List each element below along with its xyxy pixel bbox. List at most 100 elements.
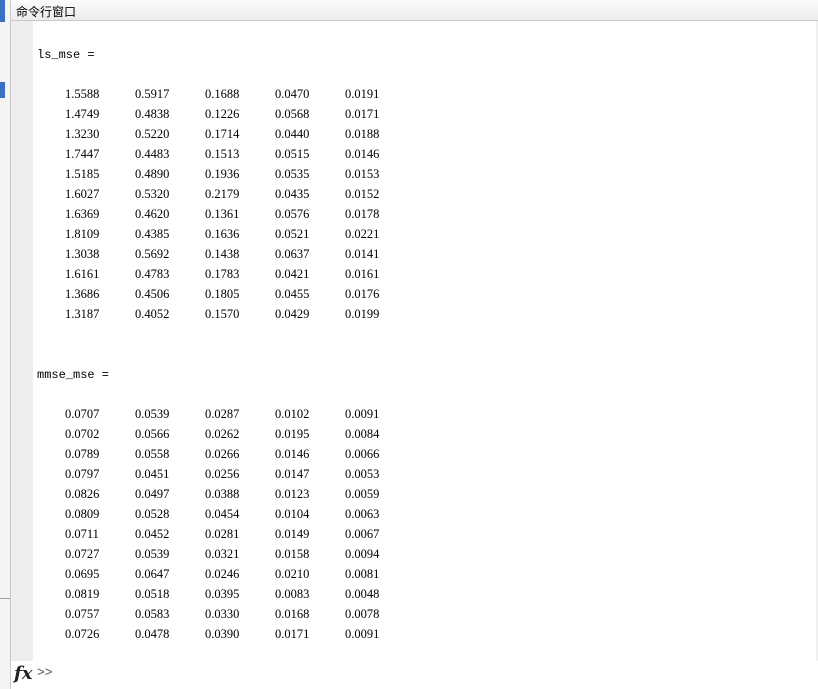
matrix-cell: 0.0152 [345,187,380,201]
matrix-row: 1.6027 0.5320 0.2179 0.0435 0.0152 [65,184,415,204]
matrix-cell: 0.0246 [205,567,240,581]
matrix-cell: 0.0067 [345,527,380,541]
matrix-cell: 0.0091 [345,627,380,641]
output-matrix: 0.0707 0.0539 0.0287 0.0102 0.0091 0.0702 0.05… [65,404,415,644]
matrix-cell: 0.0199 [345,307,380,321]
matrix-cell: 0.1688 [205,87,240,101]
matrix-cell: 0.0171 [345,107,380,121]
matrix-cell: 0.0287 [205,407,240,421]
matrix-cell: 0.0146 [345,147,380,161]
variable-label: ls_mse = [37,48,95,62]
matrix-cell: 1.8109 [65,227,100,241]
matrix-row: 1.6161 0.4783 0.1783 0.0421 0.0161 [65,264,415,284]
matrix-cell: 0.0191 [345,87,380,101]
matrix-cell: 0.0168 [275,607,310,621]
matrix-row: 0.0702 0.0566 0.0262 0.0195 0.0084 [65,424,415,444]
panel-tab-indicator [0,0,5,22]
matrix-row: 1.7447 0.4483 0.1513 0.0515 0.0146 [65,144,415,164]
matrix-cell: 0.0094 [345,547,380,561]
panel-divider [0,598,10,599]
matrix-cell: 0.0528 [135,507,170,521]
matrix-cell: 0.0066 [345,447,380,461]
matrix-cell: 0.0727 [65,547,100,561]
matrix-cell: 0.2179 [205,187,240,201]
matrix-cell: 0.4506 [135,287,170,301]
matrix-row: 1.3187 0.4052 0.1570 0.0429 0.0199 [65,304,415,324]
matrix-cell: 0.0083 [275,587,310,601]
matrix-cell: 0.0178 [345,207,380,221]
matrix-cell: 0.0048 [345,587,380,601]
matrix-row: 1.5588 0.5917 0.1688 0.0470 0.0191 [65,84,415,104]
matrix-row: 1.3038 0.5692 0.1438 0.0637 0.0141 [65,244,415,264]
matrix-cell: 0.1361 [205,207,240,221]
matrix-cell: 0.0470 [275,87,310,101]
matrix-cell: 0.0726 [65,627,100,641]
prompt-symbol: >> [37,665,53,680]
function-browser-icon[interactable]: fx [14,663,32,684]
matrix-cell: 0.0388 [205,487,240,501]
matrix-cell: 0.5917 [135,87,170,101]
matrix-cell: 0.0757 [65,607,100,621]
matrix-row: 1.4749 0.4838 0.1226 0.0568 0.0171 [65,104,415,124]
matrix-cell: 0.0330 [205,607,240,621]
matrix-cell: 0.0451 [135,467,170,481]
matrix-row: 0.0727 0.0539 0.0321 0.0158 0.0094 [65,544,415,564]
left-gutter [11,21,33,661]
matrix-cell: 1.6161 [65,267,100,281]
matrix-cell: 0.0123 [275,487,310,501]
matrix-cell: 0.0695 [65,567,100,581]
matrix-cell: 0.0091 [345,407,380,421]
matrix-cell: 0.0256 [205,467,240,481]
matrix-cell: 0.1513 [205,147,240,161]
matrix-row: 0.0826 0.0497 0.0388 0.0123 0.0059 [65,484,415,504]
matrix-cell: 1.3187 [65,307,100,321]
matrix-cell: 0.0518 [135,587,170,601]
command-prompt-line[interactable]: fx >> [11,661,818,689]
matrix-cell: 0.0566 [135,427,170,441]
matrix-cell: 0.0521 [275,227,310,241]
matrix-cell: 0.0161 [345,267,380,281]
matrix-cell: 0.0063 [345,507,380,521]
matrix-row: 0.0819 0.0518 0.0395 0.0083 0.0048 [65,584,415,604]
matrix-cell: 0.0789 [65,447,100,461]
matrix-cell: 0.0711 [65,527,99,541]
matrix-row: 0.0789 0.0558 0.0266 0.0146 0.0066 [65,444,415,464]
matrix-cell: 1.6369 [65,207,100,221]
matrix-cell: 0.0153 [345,167,380,181]
matrix-cell: 0.0059 [345,487,380,501]
matrix-row: 0.0711 0.0452 0.0281 0.0149 0.0067 [65,524,415,544]
matrix-cell: 0.0429 [275,307,310,321]
matrix-cell: 0.0176 [345,287,380,301]
matrix-cell: 0.0390 [205,627,240,641]
matrix-cell: 0.0576 [275,207,310,221]
title-bar[interactable]: 命令行窗口 [11,0,818,21]
matrix-cell: 0.0262 [205,427,240,441]
matrix-cell: 1.5185 [65,167,100,181]
matrix-cell: 0.5220 [135,127,170,141]
matrix-cell: 0.0558 [135,447,170,461]
matrix-cell: 0.0647 [135,567,170,581]
matrix-cell: 0.0819 [65,587,100,601]
matrix-row: 1.5185 0.4890 0.1936 0.0535 0.0153 [65,164,415,184]
matrix-cell: 0.0452 [135,527,170,541]
matrix-cell: 0.0478 [135,627,170,641]
matrix-row: 1.3686 0.4506 0.1805 0.0455 0.0176 [65,284,415,304]
matrix-row: 1.3230 0.5220 0.1714 0.0440 0.0188 [65,124,415,144]
matrix-cell: 0.0568 [275,107,310,121]
matrix-cell: 0.0053 [345,467,380,481]
matrix-cell: 1.5588 [65,87,100,101]
matrix-cell: 0.0147 [275,467,310,481]
matrix-cell: 0.0535 [275,167,310,181]
matrix-cell: 0.1226 [205,107,240,121]
matrix-cell: 0.0084 [345,427,380,441]
matrix-cell: 0.0826 [65,487,100,501]
matrix-cell: 0.0171 [275,627,310,641]
window-title: 命令行窗口 [16,5,77,19]
matrix-cell: 1.4749 [65,107,100,121]
matrix-cell: 0.1936 [205,167,240,181]
matrix-cell: 0.4838 [135,107,170,121]
command-output[interactable]: ls_mse = 1.5588 0.5917 0.1688 0.0470 0.0191 1… [37,21,807,661]
matrix-cell: 0.0266 [205,447,240,461]
matrix-cell: 0.0395 [205,587,240,601]
matrix-cell: 0.1783 [205,267,240,281]
